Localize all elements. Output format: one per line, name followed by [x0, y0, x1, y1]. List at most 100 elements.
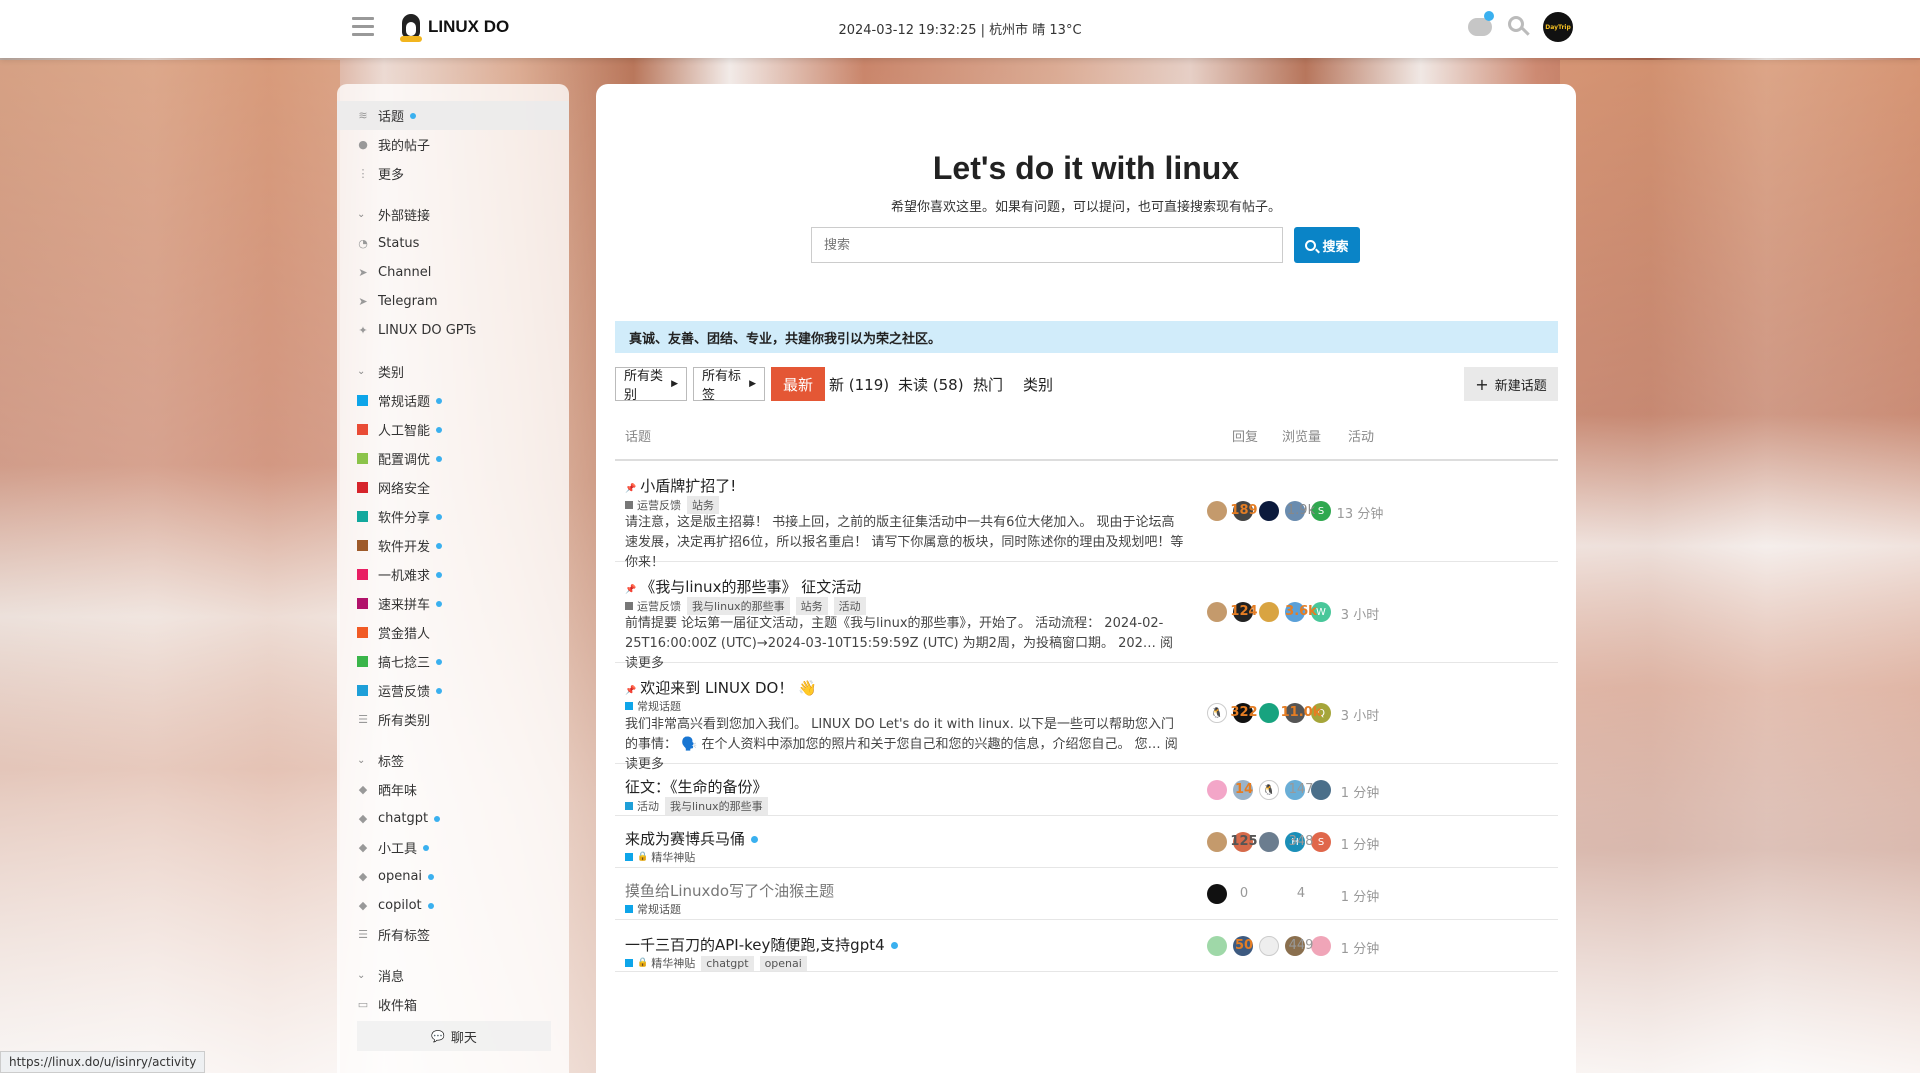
reply-count[interactable]: 322: [1214, 705, 1274, 720]
topic-row[interactable]: 📌 欢迎来到 LINUX DO！ 👋 常规话题 我们非常高兴看到您加入我们。 LINU…: [615, 663, 1558, 772]
sidebar-category-item[interactable]: 赏金猎人: [337, 618, 569, 647]
column-header-topic[interactable]: 话题: [625, 426, 651, 445]
topic-title[interactable]: 📌 《我与linux的那些事》 征文活动: [625, 576, 861, 597]
sidebar-tag-item[interactable]: ◆ copilot: [337, 891, 569, 920]
new-topic-button[interactable]: + 新建话题: [1464, 367, 1558, 401]
sidebar-category-item[interactable]: 网络安全: [337, 473, 569, 502]
topic-category[interactable]: 常规话题: [637, 698, 681, 714]
sidebar-tag-item[interactable]: ◆ openai: [337, 862, 569, 891]
topic-title[interactable]: 一千三百刀的API-key随便跑,支持gpt4: [625, 934, 898, 955]
view-count: 449: [1288, 938, 1314, 953]
sidebar-item-more[interactable]: ⋮ 更多: [337, 159, 569, 188]
sidebar-tag-item[interactable]: ☰ 所有标签: [337, 920, 569, 949]
tab-unread[interactable]: 未读 (58): [898, 367, 964, 401]
topic-row[interactable]: 📌 小盾牌扩招了! 运营反馈 站务 请注意，这是版主招募！ 书接上回，之前的版主征集活动…: [615, 461, 1558, 570]
tab-hot[interactable]: 热门: [973, 367, 1003, 401]
topic-category[interactable]: 运营反馈: [637, 497, 681, 513]
topic-category[interactable]: 常规话题: [637, 901, 681, 917]
chat-button[interactable]: 💬 聊天: [357, 1021, 551, 1051]
activity-time[interactable]: 3 小时: [1325, 604, 1395, 623]
topic-tag[interactable]: 活动: [833, 597, 866, 615]
topic-title-text[interactable]: 征文：《生命的备份》: [625, 778, 768, 796]
activity-time[interactable]: 3 小时: [1325, 705, 1395, 724]
topic-title-text[interactable]: 《我与linux的那些事》 征文活动: [640, 578, 861, 596]
topic-row[interactable]: 摸鱼给Linuxdo写了个油猴主题 常规话题 0 4 1 分钟: [615, 868, 1558, 920]
tab-new[interactable]: 新 (119): [829, 367, 889, 401]
topic-title-text[interactable]: 小盾牌扩招了!: [640, 477, 736, 495]
topic-title[interactable]: 📌 欢迎来到 LINUX DO！ 👋: [625, 677, 817, 698]
reply-count[interactable]: 14: [1214, 782, 1274, 797]
reply-count[interactable]: 124: [1214, 604, 1274, 619]
reply-count[interactable]: 0: [1214, 886, 1274, 901]
tag-dropdown[interactable]: 所有标签 ▶: [693, 367, 765, 403]
topic-row[interactable]: 来成为赛博兵马俑 🔒 精华神贴 H S 125 348 1 分钟: [615, 816, 1558, 868]
tab-latest[interactable]: 最新: [771, 367, 826, 401]
sidebar-category-item[interactable]: 软件分享: [337, 502, 569, 531]
sidebar-tag-item[interactable]: ◆ chatgpt: [337, 804, 569, 833]
sidebar-link-3[interactable]: ✦ LINUX DO GPTs: [337, 316, 569, 345]
user-avatar[interactable]: DayTrip: [1543, 12, 1573, 42]
sidebar-category-item[interactable]: ☰ 所有类别: [337, 705, 569, 734]
search-input[interactable]: [811, 227, 1283, 263]
tab-categories[interactable]: 类别: [1023, 367, 1053, 401]
sidebar-category-item[interactable]: 常规话题: [337, 386, 569, 415]
activity-time[interactable]: 1 分钟: [1325, 886, 1395, 905]
topic-tag[interactable]: 我与linux的那些事: [687, 597, 790, 615]
topic-title[interactable]: 📌 小盾牌扩招了!: [625, 475, 736, 496]
activity-time[interactable]: 1 分钟: [1325, 782, 1395, 801]
sidebar-category-item[interactable]: 搞七捻三: [337, 647, 569, 676]
sidebar-tag-item[interactable]: ◆ 晒年味: [337, 775, 569, 804]
topic-tag[interactable]: 站务: [795, 597, 828, 615]
topic-tag[interactable]: 站务: [687, 496, 719, 514]
topic-tag[interactable]: openai: [759, 955, 807, 971]
chat-icon[interactable]: [1468, 11, 1494, 40]
sidebar-category-item[interactable]: 运营反馈: [337, 676, 569, 705]
topic-title[interactable]: 征文：《生命的备份》: [625, 776, 768, 797]
reply-count[interactable]: 125: [1214, 834, 1274, 849]
topic-category[interactable]: 精华神贴: [651, 849, 695, 865]
topic-category[interactable]: 精华神贴: [651, 955, 695, 971]
category-color-swatch: [357, 482, 368, 493]
sidebar-link-0[interactable]: ◔ Status: [337, 229, 569, 258]
sidebar-section-messages[interactable]: ⌄ 消息: [337, 961, 569, 990]
topic-row[interactable]: 📌 《我与linux的那些事》 征文活动 运营反馈 我与linux的那些事 站务 活动 前情…: [615, 562, 1558, 671]
category-dropdown[interactable]: 所有类别 ▶: [615, 367, 687, 403]
column-header-activity[interactable]: 活动: [1348, 426, 1374, 445]
sidebar-category-item[interactable]: 速来拼车: [337, 589, 569, 618]
topic-title-text[interactable]: 来成为赛博兵马俑: [625, 830, 745, 848]
topic-title-text[interactable]: 摸鱼给Linuxdo写了个油猴主题: [625, 882, 834, 900]
sidebar-section-categories[interactable]: ⌄ 类别: [337, 357, 569, 386]
reply-count[interactable]: 50: [1214, 938, 1274, 953]
activity-time[interactable]: 1 分钟: [1325, 834, 1395, 853]
column-header-replies[interactable]: 回复: [1232, 426, 1258, 445]
sidebar-section-external-links[interactable]: ⌄ 外部链接: [337, 200, 569, 229]
topic-title-text[interactable]: 欢迎来到 LINUX DO！ 👋: [640, 679, 817, 697]
topic-title[interactable]: 摸鱼给Linuxdo写了个油猴主题: [625, 880, 834, 901]
sidebar-category-item[interactable]: 软件开发: [337, 531, 569, 560]
sidebar-tag-item[interactable]: ◆ 小工具: [337, 833, 569, 862]
sidebar-item-inbox[interactable]: ▭ 收件箱: [337, 990, 569, 1019]
topic-row[interactable]: 一千三百刀的API-key随便跑,支持gpt4 🔒 精华神贴 chatgpt opena…: [615, 920, 1558, 972]
search-button[interactable]: 搜索: [1294, 227, 1360, 263]
search-icon[interactable]: [1506, 14, 1532, 40]
activity-time[interactable]: 13 分钟: [1325, 503, 1395, 522]
topic-title[interactable]: 来成为赛博兵马俑: [625, 828, 759, 849]
sidebar-link-2[interactable]: ➤ Telegram: [337, 287, 569, 316]
topic-category[interactable]: 活动: [637, 798, 659, 814]
topic-title-text[interactable]: 一千三百刀的API-key随便跑,支持gpt4: [625, 936, 885, 954]
topic-category[interactable]: 运营反馈: [637, 598, 681, 614]
column-header-views[interactable]: 浏览量: [1282, 426, 1321, 445]
sidebar-item-topics[interactable]: ≋ 话题: [337, 101, 569, 130]
sidebar-section-tags[interactable]: ⌄ 标签: [337, 746, 569, 775]
sidebar-category-item[interactable]: 人工智能: [337, 415, 569, 444]
sidebar-item-label: 收件箱: [378, 999, 418, 1014]
reply-count[interactable]: 189: [1214, 503, 1274, 518]
sidebar-item-my-posts[interactable]: ● 我的帖子: [337, 130, 569, 159]
sidebar-category-item[interactable]: 一机难求: [337, 560, 569, 589]
topic-tag[interactable]: 我与linux的那些事: [665, 797, 768, 815]
topic-tag[interactable]: chatgpt: [701, 955, 754, 971]
activity-time[interactable]: 1 分钟: [1325, 938, 1395, 957]
topic-row[interactable]: 征文：《生命的备份》 活动 我与linux的那些事 🐧 14 147 1 分钟: [615, 764, 1558, 816]
sidebar-category-item[interactable]: 配置调优: [337, 444, 569, 473]
sidebar-link-1[interactable]: ➤ Channel: [337, 258, 569, 287]
